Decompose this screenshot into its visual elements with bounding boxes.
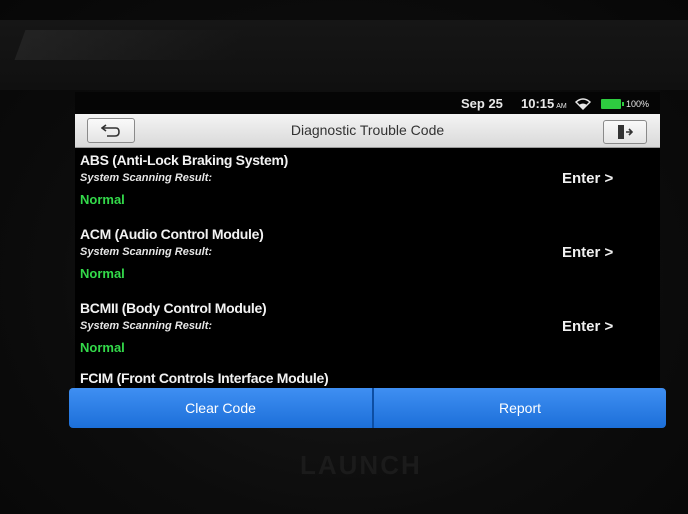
- battery-icon: [601, 99, 624, 109]
- action-bar: Clear Code Report: [69, 388, 666, 428]
- status-ampm: AM: [556, 103, 567, 110]
- report-button[interactable]: Report: [374, 388, 666, 428]
- title-bar: Diagnostic Trouble Code: [75, 114, 660, 148]
- enter-button[interactable]: Enter >: [562, 244, 613, 261]
- screen-glare: [14, 30, 246, 60]
- page-title: Diagnostic Trouble Code: [290, 122, 445, 138]
- system-list[interactable]: ABS (Anti-Lock Braking System) System Sc…: [75, 148, 660, 390]
- enter-button[interactable]: Enter >: [562, 170, 613, 187]
- scan-status: Normal: [80, 192, 125, 207]
- system-name: FCIM (Front Controls Interface Module): [80, 370, 329, 386]
- scan-status: Normal: [80, 266, 125, 281]
- exit-button[interactable]: [603, 120, 647, 144]
- system-name: ABS (Anti-Lock Braking System): [80, 152, 289, 168]
- enter-button[interactable]: Enter >: [562, 318, 613, 335]
- scan-status: Normal: [80, 340, 125, 355]
- clear-code-button[interactable]: Clear Code: [69, 388, 372, 428]
- system-name: BCMII (Body Control Module): [80, 300, 267, 316]
- scan-result-label: System Scanning Result:: [80, 246, 213, 258]
- brand-logo: LAUNCH: [300, 450, 422, 480]
- status-time: 10:15 AM: [521, 96, 567, 111]
- list-item[interactable]: FCIM (Front Controls Interface Module): [75, 370, 660, 390]
- device-screen: Sep 25 10:15 AM 100% Diagnostic Trouble C…: [75, 92, 660, 390]
- battery-percent: 100%: [626, 99, 650, 109]
- scan-result-label: System Scanning Result:: [80, 172, 213, 184]
- status-date: Sep 25: [461, 96, 503, 111]
- list-item[interactable]: BCMII (Body Control Module) System Scann…: [75, 296, 660, 370]
- wifi-icon: [574, 97, 592, 110]
- exit-icon: [618, 125, 633, 139]
- list-item[interactable]: ABS (Anti-Lock Braking System) System Sc…: [75, 148, 660, 222]
- list-item[interactable]: ACM (Audio Control Module) System Scanni…: [75, 222, 660, 296]
- status-bar: Sep 25 10:15 AM 100%: [75, 92, 660, 114]
- status-time-value: 10:15: [521, 96, 555, 111]
- scan-result-label: System Scanning Result:: [80, 320, 213, 332]
- system-name: ACM (Audio Control Module): [80, 226, 264, 242]
- device-photo: Sep 25 10:15 AM 100% Diagnostic Trouble C…: [0, 0, 688, 514]
